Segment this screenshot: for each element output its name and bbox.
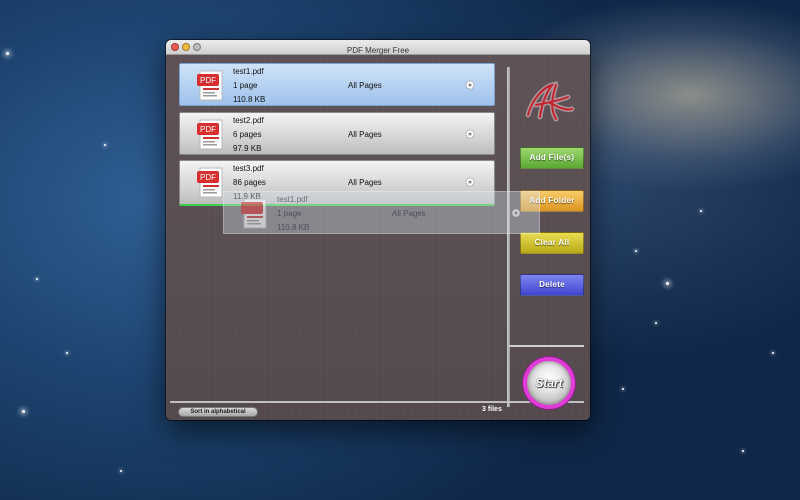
delete-button[interactable]: Delete xyxy=(520,274,584,296)
file-size: 110.8 KB xyxy=(277,223,310,232)
gear-icon[interactable] xyxy=(465,177,475,187)
start-label: Start xyxy=(535,376,563,390)
close-button[interactable] xyxy=(171,43,179,51)
gear-icon[interactable] xyxy=(465,129,475,139)
page-range[interactable]: All Pages xyxy=(348,130,382,139)
add-files-button[interactable]: Add File(s) xyxy=(520,147,584,169)
sort-alphabetical-button[interactable]: Sort in alphabetical xyxy=(178,407,258,417)
gear-icon[interactable] xyxy=(465,80,475,90)
page-range[interactable]: All Pages xyxy=(348,81,382,90)
pdf-file-icon: PDF xyxy=(197,70,223,101)
pdf-file-icon: PDF xyxy=(197,119,223,150)
file-row-1[interactable]: PDF test1.pdf 1 page 110.8 KB All Pages xyxy=(179,63,495,106)
file-name: test3.pdf xyxy=(233,164,264,173)
file-pages: 6 pages xyxy=(233,130,262,139)
zoom-button[interactable] xyxy=(193,43,201,51)
minimize-button[interactable] xyxy=(182,43,190,51)
file-name: test1.pdf xyxy=(277,195,308,204)
clear-all-button[interactable]: Clear All xyxy=(520,232,584,254)
file-row-2[interactable]: PDF test2.pdf 6 pages 97.9 KB All Pages xyxy=(179,112,495,155)
file-size: 110.8 KB xyxy=(233,95,266,104)
pdf-file-icon: PDF xyxy=(197,167,223,198)
file-size: 97.9 KB xyxy=(233,144,262,153)
pdf-file-icon xyxy=(241,198,267,229)
file-count: 3 files xyxy=(482,406,502,413)
page-range: All Pages xyxy=(392,209,426,218)
vertical-divider xyxy=(507,67,510,407)
file-pages: 1 page xyxy=(277,209,302,218)
drag-ghost-row: test1.pdf 1 page 110.8 KB All Pages xyxy=(223,191,540,234)
start-button[interactable]: Start xyxy=(523,357,575,409)
pdf-icon-label: PDF xyxy=(200,125,216,134)
file-name: test1.pdf xyxy=(233,67,264,76)
title-bar: PDF Merger Free xyxy=(166,40,590,55)
app-logo-icon xyxy=(525,80,575,122)
pdf-icon-label: PDF xyxy=(200,76,216,85)
main-content: PDF test1.pdf 1 page 110.8 KB All Pages … xyxy=(166,55,590,420)
pdf-icon-label: PDF xyxy=(200,173,216,182)
bottom-divider xyxy=(170,401,584,403)
file-name: test2.pdf xyxy=(233,116,264,125)
window-title: PDF Merger Free xyxy=(346,46,410,55)
file-pages: 1 page xyxy=(233,81,258,90)
horizontal-divider xyxy=(509,345,584,347)
file-pages: 86 pages xyxy=(233,178,266,187)
page-range[interactable]: All Pages xyxy=(348,178,382,187)
gear-icon xyxy=(511,208,521,218)
